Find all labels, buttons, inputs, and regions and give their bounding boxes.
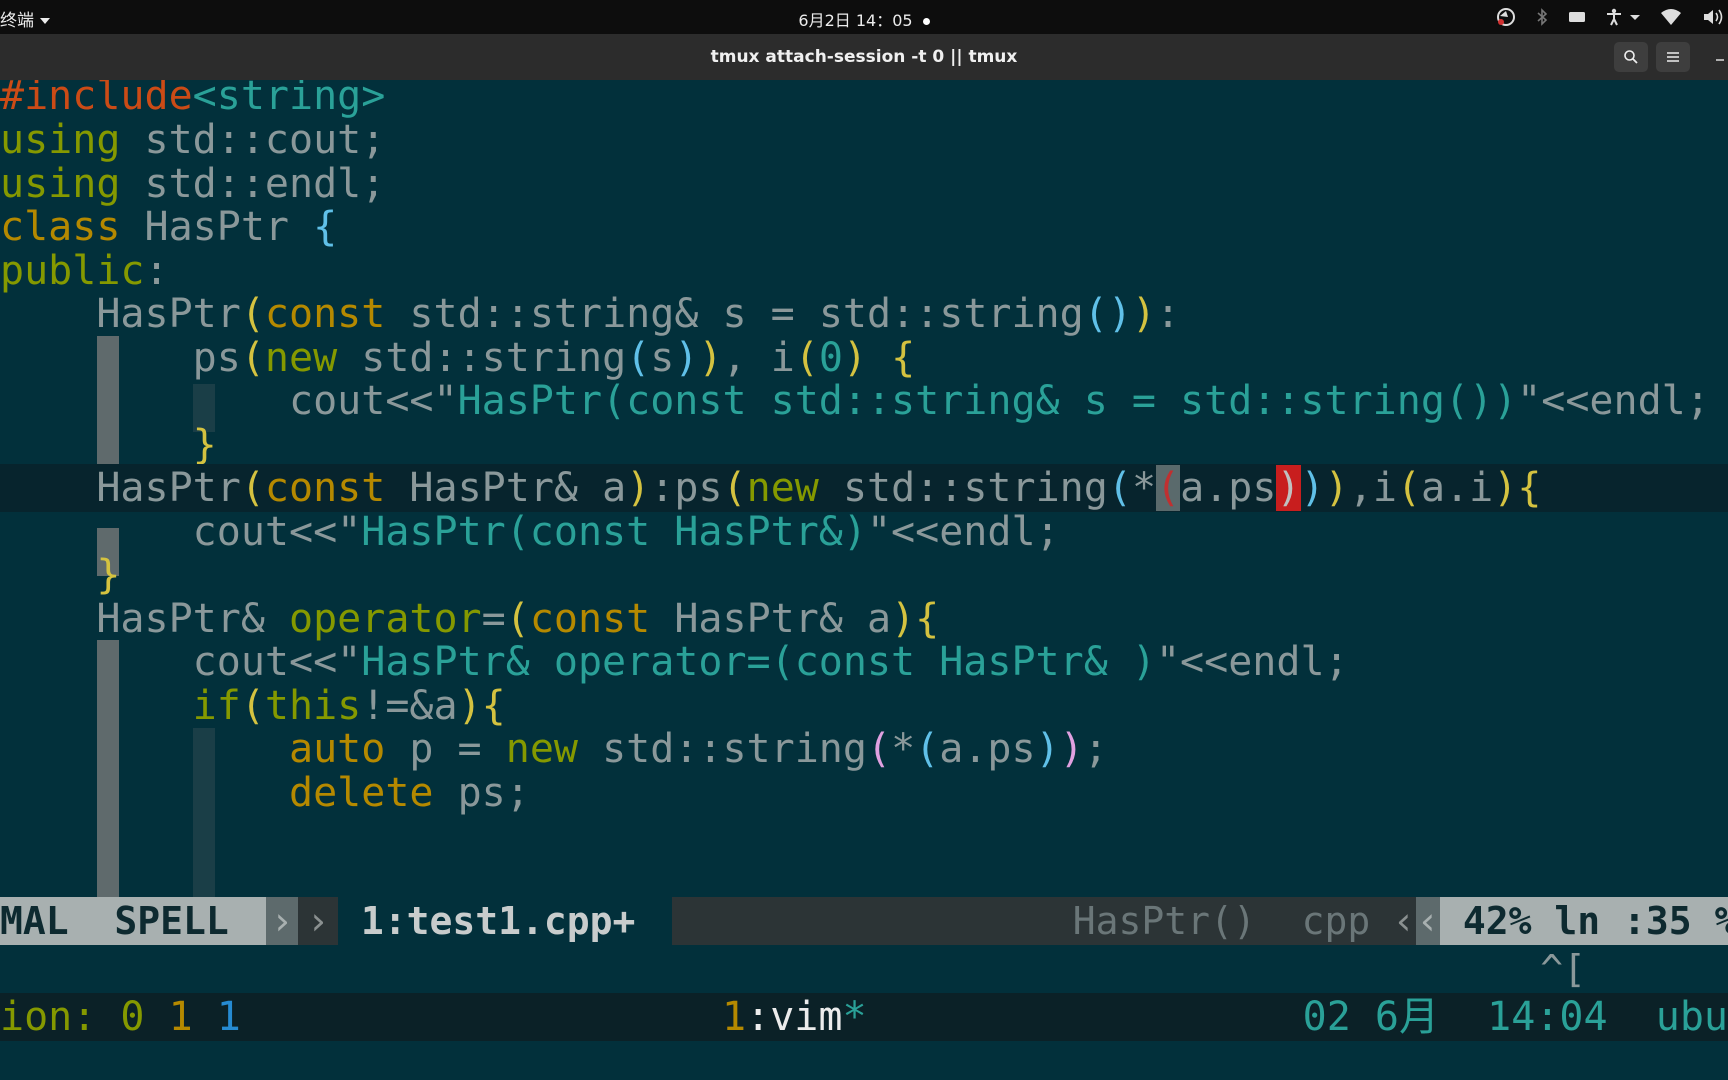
separator-icon: › [266,897,298,945]
code-line: HasPtr& operator=(const HasPtr& a){ [0,596,940,642]
bluetooth-icon[interactable] [1536,8,1548,26]
tmux-status-bar: ion: 0 1 1 1:vim* 02 6月 14:04 ubu [0,993,1728,1041]
minimize-icon [1716,59,1724,61]
code-line: HasPtr(const std::string& s = std::strin… [0,291,1181,337]
menu-button[interactable] [1656,42,1690,72]
accessibility-icon[interactable] [1606,8,1640,26]
terminal-padding [0,1041,1728,1080]
vim-statusline: MAL SPELL › › 1:test1.cpp+ HasPtr() cpp … [0,897,1728,945]
code-line-cursor: HasPtr(const HasPtr& a):ps(new std::stri… [0,464,1728,512]
hamburger-menu-icon [1667,52,1679,62]
code-line: auto p = new std::string(*(a.ps)); [288,726,1108,772]
file-percent: 42% [1462,899,1532,943]
code-line: cout<<"HasPtr& operator=(const HasPtr& )… [0,639,1349,685]
clock-text: 6月2日 14：05 [798,11,913,30]
code-line: using std::cout; [0,117,386,163]
window-title: tmux attach-session -t 0 || tmux [710,47,1018,67]
column-number: %: [1715,899,1728,943]
terminal-title-bar[interactable]: tmux attach-session -t 0 || tmux [0,34,1728,80]
vim-command-line[interactable]: ^[ [0,945,1728,993]
tmux-session-info: ion: 0 1 1 [0,994,241,1040]
cursor-position: 42% ln :35 %: [1440,897,1728,945]
code-line: } [96,552,121,598]
text-cursor: ( [1156,465,1181,511]
code-line: delete ps; [288,770,530,816]
system-top-bar: 终端 6月2日 14：05 [0,0,1728,34]
pending-keys: ^[ [1540,947,1586,991]
code-line: #include<string> [0,80,386,119]
statusline-middle: HasPtr() cpp [672,897,1416,945]
code-line: } [192,422,217,468]
separator-icon: › [298,897,338,945]
code-line: ps(new std::string(s)), i(0) { [0,335,916,381]
vim-buffer[interactable]: #include<string> using std::cout; using … [0,80,1728,897]
system-tray[interactable] [1496,0,1728,34]
search-button[interactable] [1614,42,1648,72]
screen-record-icon[interactable] [1496,7,1516,27]
tmux-window-tab[interactable]: 1:vim* [722,993,867,1041]
separator-icon: ‹ [1392,897,1416,945]
clock[interactable]: 6月2日 14：05 [0,7,1728,31]
code-line: cout<<"HasPtr(const HasPtr&)"<<endl; [0,509,1060,555]
line-number: ln :35 [1554,899,1692,943]
code-line: if(this!=&a){ [192,683,506,729]
notification-dot-icon [922,18,930,25]
buffer-file-name: 1:test1.cpp+ [338,897,672,945]
code-line: class HasPtr { [0,204,338,250]
code-line: cout<<"HasPtr(const std::string& s = std… [0,378,1710,424]
separator-icon: ‹ [1416,897,1440,945]
spell-indicator: SPELL [114,899,229,943]
filetype: cpp [1301,899,1371,943]
keyboard-icon[interactable] [1568,11,1586,23]
minimize-button[interactable] [1712,42,1728,72]
tmux-datetime-host: 02 6月 14:04 ubu [1302,994,1728,1040]
bracket-match-highlight: ) [1276,465,1301,511]
wifi-icon[interactable] [1660,8,1682,26]
volume-icon[interactable] [1702,8,1724,26]
code-line: using std::endl; [0,161,386,207]
code-line: public: [0,248,169,294]
search-icon [1624,50,1638,64]
mode-indicator: MAL SPELL [0,897,266,945]
current-function: HasPtr() [1072,899,1256,943]
